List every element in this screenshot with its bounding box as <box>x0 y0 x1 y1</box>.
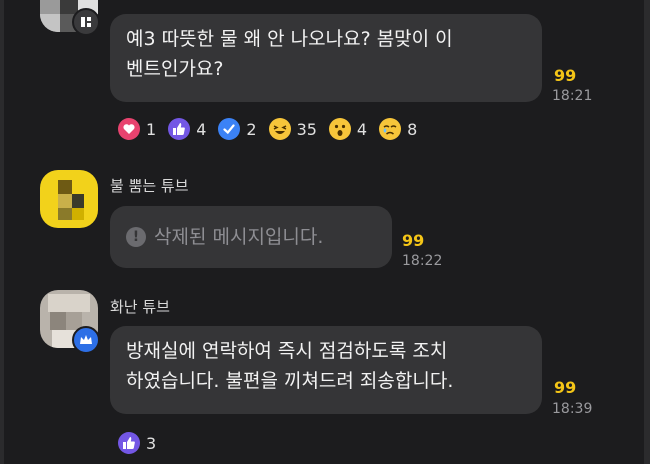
reaction-heart[interactable]: 1 <box>118 118 156 140</box>
window-frame-right <box>644 0 650 464</box>
unread-count: 99 <box>554 66 577 85</box>
timestamp: 18:21 <box>552 88 593 104</box>
surprised-emoji-icon <box>328 118 351 140</box>
message-bubble[interactable]: 예3 따뜻한 물 왜 안 나오나요? 봄맞이 이 벤트인가요? <box>110 14 542 102</box>
message-bubble[interactable]: ! 삭제된 메시지입니다. <box>110 206 392 268</box>
reaction-like[interactable]: 3 <box>118 432 156 454</box>
timestamp: 18:39 <box>552 401 593 417</box>
sender-name[interactable]: 불 뿜는 튜브 <box>110 175 189 196</box>
thumbs-up-icon <box>168 118 191 140</box>
heart-icon <box>118 118 140 140</box>
timestamp: 18:22 <box>402 253 443 269</box>
reaction-count: 8 <box>407 119 418 139</box>
reaction-count: 3 <box>146 433 157 453</box>
laughing-emoji-icon <box>268 118 291 140</box>
reaction-count: 2 <box>246 119 257 139</box>
crown-badge-icon <box>72 326 100 354</box>
reaction-count: 4 <box>196 119 207 139</box>
reaction-count: 4 <box>356 119 368 139</box>
reaction-bar: 1 4 2 35 4 8 <box>118 118 423 140</box>
reaction-laugh[interactable]: 35 <box>268 118 317 140</box>
window-frame-left <box>0 0 4 464</box>
reaction-count: 35 <box>296 119 317 139</box>
message-text-line: 예3 따뜻한 물 왜 안 나오나요? 봄맞이 이 <box>126 28 453 50</box>
sender-name[interactable]: 화난 튜브 <box>110 296 170 317</box>
reaction-like[interactable]: 4 <box>168 118 206 140</box>
info-icon: ! <box>126 227 146 247</box>
reaction-cry[interactable]: 8 <box>379 118 417 140</box>
unread-count: 99 <box>554 378 577 397</box>
unread-count: 99 <box>402 231 425 250</box>
profile-badge-icon <box>72 8 100 36</box>
deleted-message-text: 삭제된 메시지입니다. <box>154 226 324 248</box>
check-icon <box>218 118 241 140</box>
deleted-message: ! 삭제된 메시지입니다. <box>126 222 323 252</box>
crying-emoji-icon <box>379 118 402 140</box>
message-bubble[interactable]: 방재실에 연락하여 즉시 점검하도록 조치 하였습니다. 불편을 끼쳐드려 죄송… <box>110 326 542 414</box>
reaction-check[interactable]: 2 <box>218 118 257 140</box>
reaction-bar: 3 <box>118 432 162 454</box>
thumbs-up-icon <box>118 432 140 454</box>
reaction-surprised[interactable]: 4 <box>328 118 368 140</box>
message-text-line: 방재실에 연락하여 즉시 점검하도록 조치 <box>126 340 448 362</box>
avatar[interactable] <box>40 170 98 228</box>
message-text-line: 하였습니다. 불편을 끼쳐드려 죄송합니다. <box>126 370 454 392</box>
message-text-line: 벤트인가요? <box>126 58 224 80</box>
reaction-count: 1 <box>146 119 157 139</box>
